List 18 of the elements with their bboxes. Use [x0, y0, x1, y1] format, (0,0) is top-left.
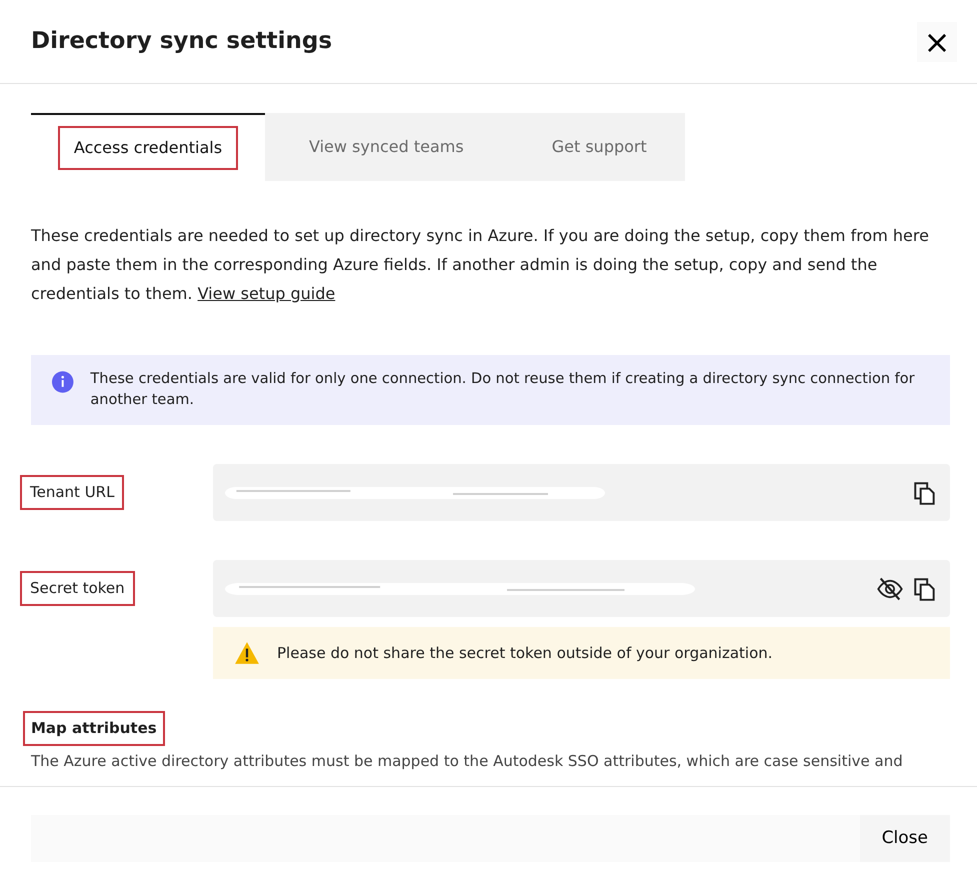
close-button[interactable]: Close — [860, 815, 950, 862]
setup-guide-link[interactable]: View setup guide — [198, 284, 336, 303]
warning-text: Please do not share the secret token outside of your organization. — [277, 642, 773, 664]
tab[interactable]: View synced teams — [265, 113, 508, 181]
info-icon — [51, 369, 74, 395]
intro-paragraph: These credentials are needed to set up directory sync in Azure. If you are doing the setup, copy them from here and paste them in the corresponding Azure fields. If another admin is doing the setup, copy and send the credentials to them. View setup guide — [31, 225, 930, 305]
field-label: Secret token — [20, 571, 135, 606]
section-description: The Azure active directory attributes must be mapped to the Autodesk SSO attributes, which are case sensitive and — [31, 750, 904, 772]
field-label: Tenant URL — [20, 475, 124, 510]
input-field[interactable] — [213, 560, 950, 617]
info-text: These credentials are valid for only one connection. Do not reuse them if creating a directory sync connection for another team. — [90, 370, 916, 410]
input-field[interactable] — [213, 464, 950, 521]
close-button[interactable]: × — [917, 22, 957, 62]
dialog-title: Directory sync settings — [31, 27, 332, 56]
section-heading: Map attributes — [23, 711, 165, 746]
warning-icon — [233, 640, 261, 666]
tab[interactable]: Get support — [508, 113, 691, 181]
tab[interactable]: Access credentials — [31, 113, 265, 181]
